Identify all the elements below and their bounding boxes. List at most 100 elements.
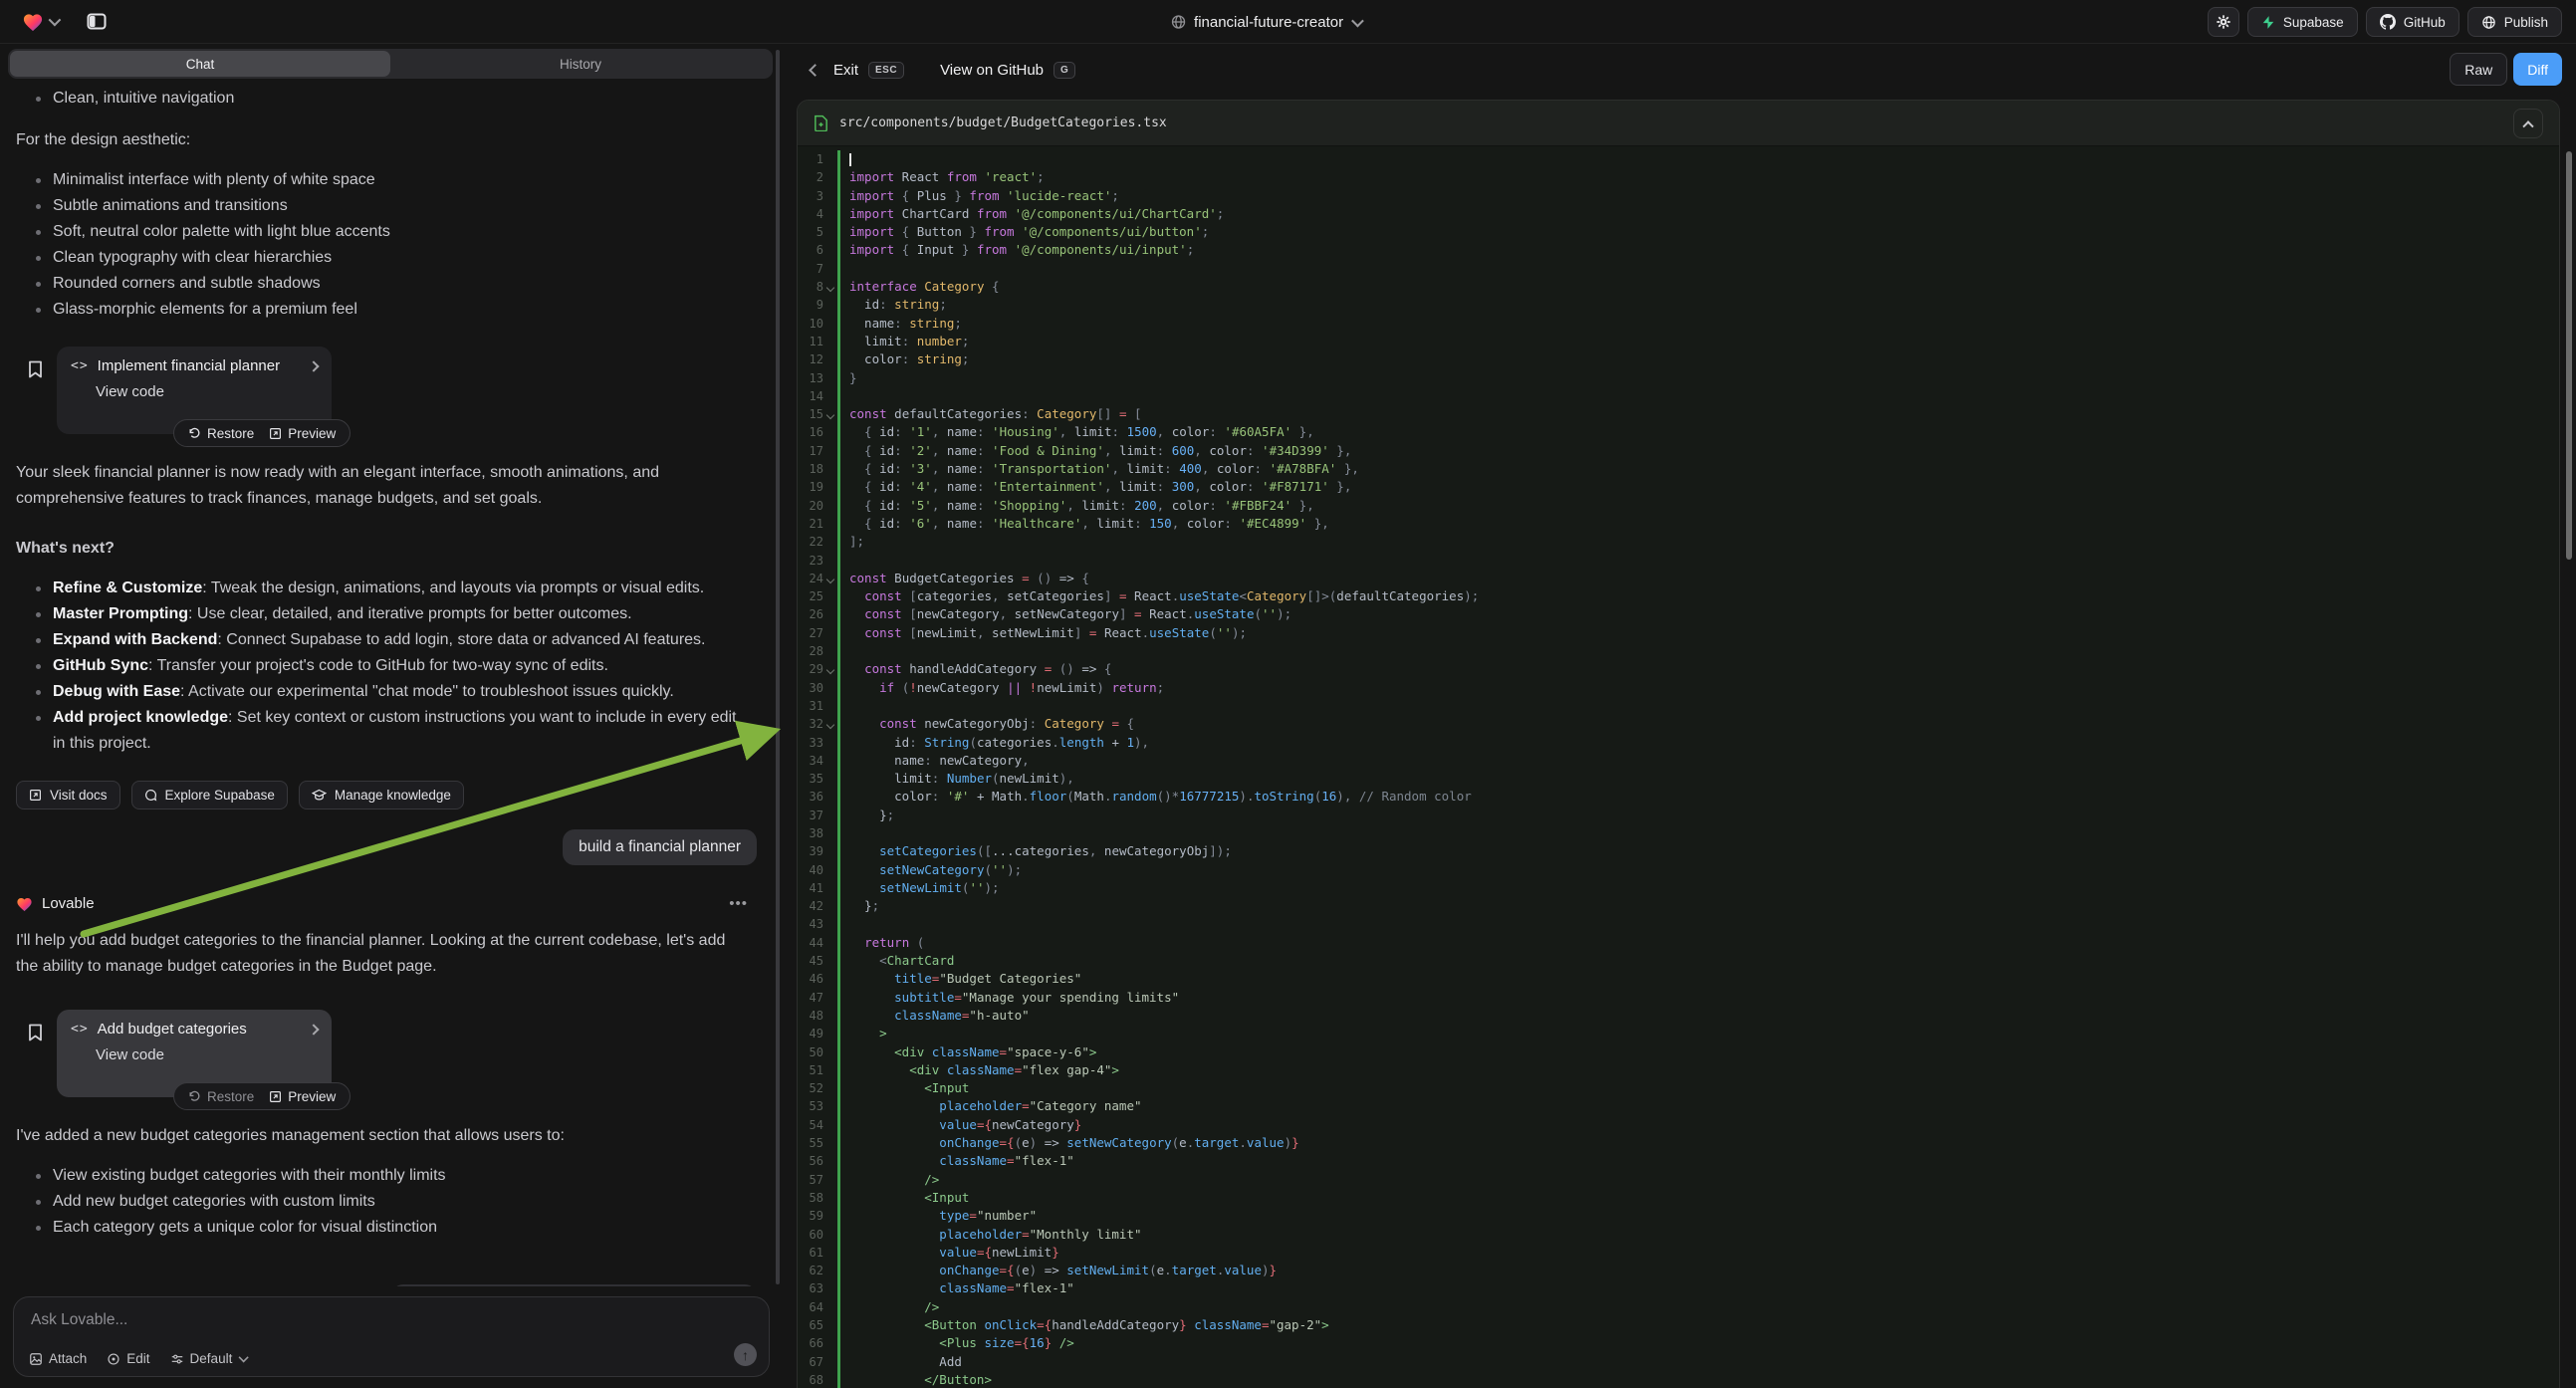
explore-supabase-button[interactable]: Explore Supabase	[131, 781, 288, 810]
line-number: 10	[798, 315, 823, 333]
fold-toggle-icon[interactable]	[823, 715, 837, 733]
publish-button[interactable]: Publish	[2467, 7, 2562, 37]
github-button[interactable]: GitHub	[2366, 7, 2459, 37]
code-text: { id: '1', name: 'Housing', limit: 1500,…	[840, 423, 1314, 441]
code-text: title="Budget Categories"	[840, 970, 1081, 988]
bookmark-icon[interactable]	[28, 360, 43, 378]
list-item: Expand with Backend: Connect Supabase to…	[32, 627, 748, 653]
version-card-row: <> Implement financial planner View code…	[28, 347, 332, 434]
code-text	[840, 260, 849, 278]
code-line: 27 const [newLimit, setNewLimit] = React…	[798, 624, 2559, 642]
line-number: 53	[798, 1097, 823, 1115]
collapse-file-button[interactable]	[2513, 109, 2543, 138]
view-code-link[interactable]: View code	[96, 383, 318, 400]
fold-toggle-icon[interactable]	[823, 405, 837, 423]
code-text: <Button onClick={handleAddCategory} clas…	[840, 1316, 1329, 1334]
line-number: 41	[798, 879, 823, 897]
line-number: 52	[798, 1079, 823, 1097]
fold-gutter	[823, 624, 837, 642]
code-text	[840, 915, 849, 933]
visit-docs-button[interactable]: Visit docs	[16, 781, 120, 810]
bookmark-icon[interactable]	[28, 1024, 43, 1041]
code-line: 48 className="h-auto"	[798, 1007, 2559, 1025]
line-number: 60	[798, 1226, 823, 1244]
raw-toggle-button[interactable]: Raw	[2450, 53, 2507, 86]
code-line: 19 { id: '4', name: 'Entertainment', lim…	[798, 478, 2559, 496]
line-number: 55	[798, 1134, 823, 1152]
model-selector[interactable]: Default	[170, 1351, 248, 1366]
code-lines[interactable]: 12import React from 'react';3import { Pl…	[798, 146, 2559, 1388]
code-text: setCategories([...categories, newCategor…	[840, 842, 1232, 860]
fold-gutter	[823, 807, 837, 824]
file-header[interactable]: src/components/budget/BudgetCategories.t…	[798, 101, 2559, 146]
code-text: name: string;	[840, 315, 962, 333]
fold-gutter	[823, 679, 837, 697]
chat-composer[interactable]: Ask Lovable... Attach Edit Default ↑	[13, 1296, 770, 1377]
exit-button[interactable]: Exit	[833, 62, 858, 79]
assistant-text: Your sleek financial planner is now read…	[16, 460, 748, 512]
tab-history[interactable]: History	[390, 51, 771, 77]
restore-button[interactable]: Restore	[188, 426, 254, 441]
line-number: 42	[798, 897, 823, 915]
code-text: import { Button } from '@/components/ui/…	[840, 223, 1209, 241]
line-number: 43	[798, 915, 823, 933]
fold-toggle-icon[interactable]	[823, 278, 837, 296]
lovable-logo-menu[interactable]	[22, 12, 58, 32]
manage-knowledge-button[interactable]: Manage knowledge	[299, 781, 464, 810]
edit-mode-button[interactable]: Edit	[107, 1351, 149, 1366]
view-code-link[interactable]: View code	[96, 1046, 318, 1063]
project-switcher[interactable]: financial-future-creator	[1170, 0, 1360, 44]
bullet-list: Clean, intuitive navigation	[16, 86, 234, 112]
code-text: subtitle="Manage your spending limits"	[840, 989, 1179, 1007]
chat-message-list[interactable]: Clean, intuitive navigation For the desi…	[0, 80, 777, 1286]
code-text: const defaultCategories: Category[] = [	[840, 405, 1142, 423]
g-key-badge: G	[1054, 62, 1075, 79]
code-line: 5 import { Button } from '@/components/ui…	[798, 223, 2559, 241]
restore-preview-pill: Restore Preview	[173, 419, 351, 447]
code-text: <ChartCard	[840, 952, 954, 970]
code-line: 25 const [categories, setCategories] = R…	[798, 587, 2559, 605]
code-text: id: String(categories.length + 1),	[840, 734, 1149, 752]
line-number: 67	[798, 1353, 823, 1371]
list-item: Master Prompting: Use clear, detailed, a…	[32, 601, 748, 627]
chat-input[interactable]: Ask Lovable...	[31, 1311, 127, 1329]
version-card-implement-financial-planner[interactable]: <> Implement financial planner View code…	[57, 347, 332, 434]
fold-gutter	[823, 1134, 837, 1152]
chat-scrollbar[interactable]	[776, 50, 780, 1284]
code-line: 8interface Category {	[798, 278, 2559, 296]
code-icon: <>	[71, 358, 89, 373]
supabase-button[interactable]: Supabase	[2247, 7, 2358, 37]
fold-gutter	[823, 1189, 837, 1207]
preview-button[interactable]: Preview	[269, 1089, 336, 1104]
restore-button[interactable]: Restore	[188, 1089, 254, 1104]
fold-gutter	[823, 697, 837, 715]
line-number: 46	[798, 970, 823, 988]
code-line: 17 { id: '2', name: 'Food & Dining', lim…	[798, 442, 2559, 460]
fold-toggle-icon[interactable]	[823, 570, 837, 587]
fold-gutter	[823, 1316, 837, 1334]
line-number: 48	[798, 1007, 823, 1025]
fold-toggle-icon[interactable]	[823, 660, 837, 678]
code-line: 23	[798, 552, 2559, 570]
code-text: const handleAddCategory = () => {	[840, 660, 1111, 678]
line-number: 5	[798, 223, 823, 241]
code-line: 53 placeholder="Category name"	[798, 1097, 2559, 1115]
tab-chat[interactable]: Chat	[10, 51, 390, 77]
more-options-icon[interactable]: •••	[729, 895, 748, 912]
settings-button[interactable]	[2208, 7, 2239, 37]
code-scrollbar[interactable]	[2566, 151, 2572, 560]
fold-gutter	[823, 752, 837, 770]
line-number: 63	[798, 1279, 823, 1297]
code-line: 56 className="flex-1"	[798, 1152, 2559, 1170]
sidebar-toggle-button[interactable]	[82, 7, 112, 37]
attach-button[interactable]: Attach	[29, 1351, 87, 1366]
fold-gutter	[823, 605, 837, 623]
preview-button[interactable]: Preview	[269, 426, 336, 441]
fold-gutter	[823, 1061, 837, 1079]
version-card-add-budget-categories[interactable]: <> Add budget categories View code Resto…	[57, 1010, 332, 1097]
send-button[interactable]: ↑	[734, 1343, 757, 1366]
diff-toggle-button[interactable]: Diff	[2513, 53, 2562, 86]
view-on-github-link[interactable]: View on GitHub	[940, 62, 1044, 79]
code-text: onChange={(e) => setNewCategory(e.target…	[840, 1134, 1299, 1152]
file-path: src/components/budget/BudgetCategories.t…	[839, 116, 1167, 130]
